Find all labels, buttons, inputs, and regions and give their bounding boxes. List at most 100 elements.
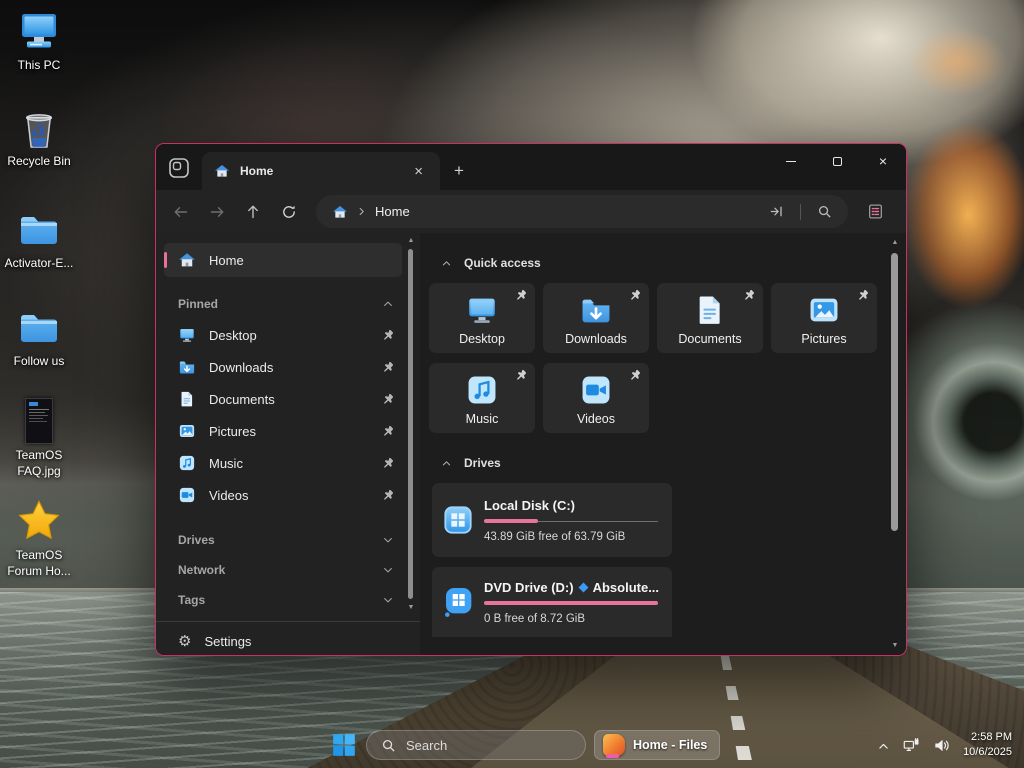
scroll-up-arrow[interactable]: ▲ (406, 237, 416, 244)
tile-label: Documents (678, 332, 741, 346)
downloads-folder-icon (178, 358, 196, 376)
sidebar-item-downloads[interactable]: Downloads (164, 351, 402, 383)
gear-icon: ⚙ (178, 632, 191, 650)
sidebar-section-pinned[interactable]: Pinned (178, 289, 394, 319)
section-label: Network (178, 563, 225, 577)
pin-icon[interactable] (381, 425, 394, 438)
chevron-up-icon[interactable] (441, 458, 452, 469)
start-button[interactable] (330, 731, 358, 759)
taskbar-app-label: Home - Files (633, 738, 707, 752)
pin-icon[interactable] (381, 457, 394, 470)
sidebar-item-pictures[interactable]: Pictures (164, 415, 402, 447)
sidebar-item-videos[interactable]: Videos (164, 479, 402, 511)
taskbar-clock[interactable]: 2:58 PM 10/6/2025 (963, 730, 1012, 760)
address-bar[interactable]: Home (316, 195, 848, 228)
taskbar-app-files[interactable]: Home - Files (594, 730, 720, 760)
desktop-icon-activator[interactable]: Activator-E... (0, 206, 78, 272)
sidebar-item-settings[interactable]: ⚙ Settings (156, 622, 420, 656)
content-scrollbar[interactable]: ▲ ▼ (889, 239, 901, 649)
chevron-up-icon[interactable] (877, 740, 890, 753)
chevron-down-icon[interactable] (382, 564, 394, 576)
pin-icon[interactable] (381, 361, 394, 374)
quick-access-tile-desktop[interactable]: Desktop (429, 283, 535, 353)
system-tray: 2:58 PM 10/6/2025 (877, 722, 1012, 768)
dvd-drive-icon (442, 586, 474, 618)
desktop-icon-this-pc[interactable]: This PC (0, 8, 78, 74)
chevron-down-icon[interactable] (382, 534, 394, 546)
back-button[interactable] (164, 196, 198, 228)
skip-to-end-icon[interactable] (769, 204, 784, 219)
scrollbar-thumb[interactable] (891, 253, 898, 531)
tab-home[interactable]: Home × (202, 152, 440, 190)
scroll-up-arrow[interactable]: ▲ (889, 239, 901, 246)
minimize-button[interactable] (768, 144, 814, 178)
this-pc-icon (17, 10, 61, 54)
chevron-down-icon[interactable] (382, 594, 394, 606)
sidebar-scrollbar[interactable]: ▲ ▼ (406, 237, 416, 611)
scroll-down-arrow[interactable]: ▼ (889, 642, 901, 649)
sidebar-section-drives[interactable]: Drives (178, 525, 394, 555)
sidebar-item-label: Music (209, 456, 243, 471)
drive-card-d[interactable]: DVD Drive (D:) Absolute... 0 B free of 8… (432, 567, 672, 637)
clock-date: 10/6/2025 (963, 745, 1012, 760)
tile-label: Desktop (459, 332, 505, 346)
sidebar-section-tags[interactable]: Tags (178, 585, 394, 615)
tile-label: Music (466, 412, 499, 426)
close-button[interactable]: × (860, 144, 906, 178)
refresh-button[interactable] (272, 196, 306, 228)
sidebar-item-label: Documents (209, 392, 275, 407)
image-thumbnail (25, 398, 53, 444)
section-header-drives[interactable]: Drives (441, 451, 884, 475)
home-icon (332, 204, 348, 220)
desktop-icon-teamos-forum[interactable]: TeamOS Forum Ho... (0, 498, 78, 579)
desktop-icon-label: TeamOS FAQ.jpg (0, 448, 78, 479)
quick-access-tile-documents[interactable]: Documents (657, 283, 763, 353)
chevron-up-icon[interactable] (382, 298, 394, 310)
sidebar-item-label: Desktop (209, 328, 257, 343)
drive-card-c[interactable]: Local Disk (C:) 43.89 GiB free of 63.79 … (432, 483, 672, 557)
sidebar-section-network[interactable]: Network (178, 555, 394, 585)
pin-icon[interactable] (381, 489, 394, 502)
sidebar-item-music[interactable]: Music (164, 447, 402, 479)
breadcrumb[interactable]: Home (375, 204, 410, 219)
tab-close-icon[interactable]: × (409, 163, 428, 180)
desktop-icon-teamos-faq[interactable]: TeamOS FAQ.jpg (0, 398, 78, 479)
pin-icon (514, 289, 527, 302)
videos-icon (579, 373, 613, 407)
monitor-icon (465, 293, 499, 327)
new-tab-button[interactable]: + (454, 161, 464, 181)
close-icon: × (879, 154, 887, 168)
window-titlebar: Home × + × (156, 144, 906, 190)
network-icon[interactable] (903, 737, 920, 754)
search-icon[interactable] (817, 204, 832, 219)
volume-icon[interactable] (933, 737, 950, 754)
files-app-icon (603, 734, 625, 756)
sidebar-item-desktop[interactable]: Desktop (164, 319, 402, 351)
quick-access-grid: Desktop Downloads Documents Pictures (429, 283, 885, 443)
chevron-up-icon[interactable] (441, 258, 452, 269)
sidebar-item-documents[interactable]: Documents (164, 383, 402, 415)
quick-access-tile-downloads[interactable]: Downloads (543, 283, 649, 353)
scroll-down-arrow[interactable]: ▼ (406, 604, 416, 611)
scrollbar-thumb[interactable] (408, 249, 413, 599)
pin-icon[interactable] (381, 393, 394, 406)
up-button[interactable] (237, 195, 269, 229)
desktop-icon-recycle-bin[interactable]: Recycle Bin (0, 104, 78, 170)
desktop-icon-follow-us[interactable]: Follow us (0, 304, 78, 370)
files-app-logo-icon (168, 157, 190, 179)
sidebar-item-home[interactable]: Home (164, 243, 402, 277)
forward-button[interactable] (200, 196, 234, 228)
content-pane: Quick access Desktop Downloads Documents (420, 233, 906, 655)
quick-access-tile-music[interactable]: Music (429, 363, 535, 433)
desktop-icon-label: Follow us (0, 354, 78, 370)
home-icon (214, 163, 230, 179)
quick-access-tile-videos[interactable]: Videos (543, 363, 649, 433)
desktop: { "colors": { "accent_pink": "#e8739d", … (0, 0, 1024, 768)
quick-access-tile-pictures[interactable]: Pictures (771, 283, 877, 353)
pin-icon[interactable] (381, 329, 394, 342)
search-input[interactable] (406, 738, 556, 753)
maximize-button[interactable] (814, 144, 860, 178)
details-pane-icon[interactable] (858, 196, 892, 228)
section-header-quick-access[interactable]: Quick access (441, 251, 884, 275)
taskbar-search[interactable] (366, 730, 586, 760)
